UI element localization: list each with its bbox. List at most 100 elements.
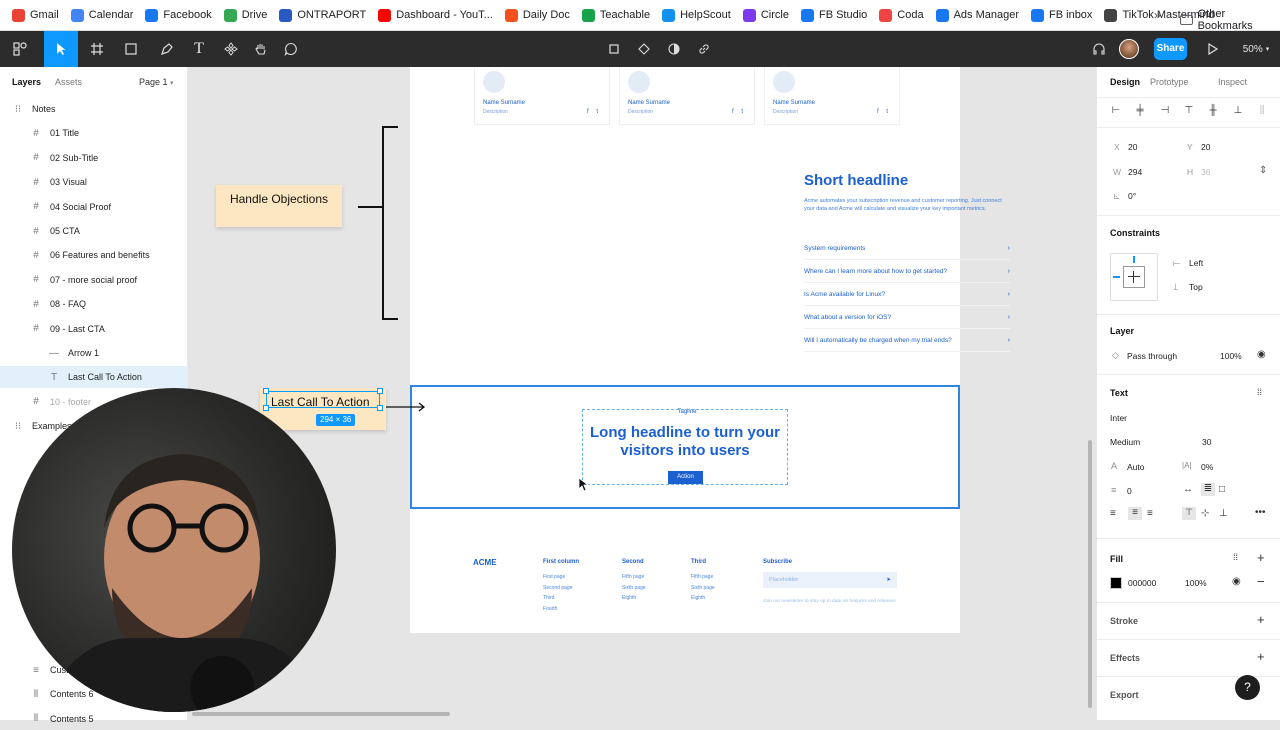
line-height-input[interactable]: Auto <box>1127 462 1145 472</box>
auto-width-icon[interactable]: ↔ <box>1183 484 1193 495</box>
constraints-widget[interactable] <box>1110 253 1158 301</box>
remove-fill-icon[interactable]: − <box>1257 574 1265 589</box>
x-input[interactable]: 20 <box>1128 142 1137 152</box>
layer-item[interactable]: #08 - FAQ <box>0 293 188 315</box>
footer-column-title[interactable]: Third <box>691 559 715 565</box>
footer-link[interactable]: Second page <box>543 583 579 594</box>
rectangle-tool-icon[interactable] <box>116 31 146 67</box>
layer-opacity-input[interactable]: 100% <box>1220 351 1242 361</box>
zoom-level[interactable]: 50% ▾ <box>1236 31 1276 67</box>
constraint-horizontal[interactable]: Left <box>1189 258 1203 268</box>
fill-styles-icon[interactable]: ⁞⁞ <box>1233 552 1238 562</box>
audio-icon[interactable] <box>1088 31 1110 67</box>
horizontal-scrollbar[interactable] <box>192 712 450 716</box>
layer-item[interactable]: #09 - Last CTA <box>0 318 188 340</box>
footer-logo[interactable]: ACME <box>473 558 497 567</box>
layer-item[interactable]: #07 - more social proof <box>0 269 188 291</box>
component-icon[interactable] <box>634 31 654 67</box>
tab-prototype[interactable]: Prototype <box>1150 77 1189 87</box>
cta-action-button[interactable]: Action <box>668 471 703 484</box>
footer-frame[interactable]: ACME First column First page Second page Th… <box>410 509 960 633</box>
footer-column-title[interactable]: Second <box>622 559 646 565</box>
faq-item[interactable]: Is Acme available for Linux? › <box>804 283 1010 306</box>
avatar[interactable] <box>1118 31 1140 67</box>
bookmark-item[interactable]: Facebook <box>145 8 212 22</box>
align-left-icon[interactable]: ⊢ <box>1109 103 1123 117</box>
subscribe-note[interactable]: Join our newsletter to stay up to date o… <box>763 598 903 605</box>
frame-tool-icon[interactable] <box>82 31 112 67</box>
crop-icon[interactable] <box>604 31 624 67</box>
constrain-proportions-icon[interactable]: ⇕ <box>1259 165 1267 176</box>
rotation-input[interactable]: 0° <box>1128 191 1136 201</box>
text-styles-icon[interactable]: ⁞⁞ <box>1257 387 1262 397</box>
align-center-v-icon[interactable]: ╫ <box>1206 103 1220 117</box>
font-weight-select[interactable]: Medium <box>1110 437 1140 447</box>
tab-inspect[interactable]: Inspect <box>1218 77 1247 87</box>
footer-link[interactable]: Third <box>543 593 579 604</box>
subscribe-title[interactable]: Subscribe <box>763 559 792 565</box>
align-text-left-icon[interactable]: ≡ <box>1110 508 1116 519</box>
footer-link[interactable]: Sixth page <box>691 583 715 594</box>
layer-item[interactable]: T Last Call To Action <box>0 366 188 389</box>
faq-description[interactable]: Acme automates your subscription revenue… <box>804 197 1014 213</box>
align-bottom-icon[interactable]: ⊥ <box>1231 103 1245 117</box>
page-selector[interactable]: Page 1 ▾ <box>139 77 174 87</box>
cta-headline[interactable]: Long headline to turn your visitors into… <box>582 424 788 460</box>
link-icon[interactable] <box>694 31 714 67</box>
faq-item[interactable]: What about a version for iOS? › <box>804 306 1010 329</box>
align-top-icon[interactable]: ⊤ <box>1182 103 1196 117</box>
main-menu-icon[interactable] <box>6 31 34 67</box>
bookmark-item[interactable]: FB Studio <box>800 8 867 22</box>
layer-item[interactable]: — Arrow 1 <box>0 342 188 364</box>
handle-objections-note[interactable]: Handle Objections <box>216 185 342 227</box>
layer-item[interactable]: #04 Social Proof <box>0 196 188 218</box>
subscribe-input[interactable]: Placeholder ➤ <box>763 572 897 588</box>
layer-item[interactable]: #01 Title <box>0 122 188 144</box>
layer-item[interactable]: ⁝⁝ Notes <box>0 98 188 120</box>
distribute-icon[interactable]: ⫼ <box>1255 103 1269 117</box>
align-text-right-icon[interactable]: ≡ <box>1147 508 1153 519</box>
faq-headline[interactable]: Short headline <box>804 172 908 189</box>
footer-link[interactable]: First page <box>543 572 579 583</box>
constraint-vertical[interactable]: Top <box>1189 282 1203 292</box>
faq-frame[interactable]: Name Surname Description f t Name Surname De… <box>410 67 1010 387</box>
bookmark-item[interactable]: HelpScout <box>662 8 731 22</box>
font-family-select[interactable]: Inter <box>1110 413 1127 423</box>
text-tool-icon[interactable]: T <box>188 31 210 67</box>
paragraph-spacing-input[interactable]: 0 <box>1127 486 1132 496</box>
bookmark-item[interactable]: Teachable <box>581 8 650 22</box>
mask-icon[interactable] <box>664 31 684 67</box>
bookmark-item[interactable]: ONTRAPORT <box>279 8 366 22</box>
align-right-icon[interactable]: ⊣ <box>1158 103 1172 117</box>
bookmark-item[interactable]: FB inbox <box>1031 8 1092 22</box>
last-cta-frame[interactable]: Tagline Long headline to turn your visit… <box>410 385 960 509</box>
footer-link[interactable]: Eighth <box>691 593 715 604</box>
faq-item[interactable]: System requirements › <box>804 237 1010 260</box>
footer-column-title[interactable]: First column <box>543 559 579 565</box>
other-bookmarks[interactable]: Other Bookmarks <box>1180 8 1280 32</box>
pen-tool-icon[interactable] <box>152 31 182 67</box>
bookmark-item[interactable]: Daily Doc <box>504 8 570 22</box>
align-bottom-text-icon[interactable]: ⊥ <box>1219 508 1228 519</box>
w-input[interactable]: 294 <box>1128 167 1142 177</box>
testimonial-card[interactable]: Name Surname Description f t <box>619 67 755 125</box>
selection-box[interactable] <box>266 391 380 408</box>
tab-design[interactable]: Design <box>1110 77 1140 87</box>
more-options-icon[interactable]: ••• <box>1255 507 1266 518</box>
tab-layers[interactable]: Layers <box>12 77 41 87</box>
fill-hex-input[interactable]: 000000 <box>1128 578 1156 588</box>
letter-spacing-input[interactable]: 0% <box>1201 462 1213 472</box>
font-size-input[interactable]: 30 <box>1202 437 1211 447</box>
bookmark-item[interactable]: Ads Manager <box>935 8 1019 22</box>
bookmark-item[interactable]: Calendar <box>70 8 133 22</box>
y-input[interactable]: 20 <box>1201 142 1210 152</box>
bookmark-item[interactable]: Gmail <box>12 8 59 22</box>
present-icon[interactable] <box>1200 31 1226 67</box>
layer-item[interactable]: #06 Features and benefits <box>0 244 188 266</box>
components-tool-icon[interactable] <box>220 31 242 67</box>
faq-item[interactable]: Will I automatically be charged when my … <box>804 329 1010 352</box>
resize-handle[interactable] <box>263 388 269 394</box>
layer-item[interactable]: #03 Visual <box>0 171 188 193</box>
comment-tool-icon[interactable] <box>280 31 302 67</box>
resize-handle[interactable] <box>377 388 383 394</box>
